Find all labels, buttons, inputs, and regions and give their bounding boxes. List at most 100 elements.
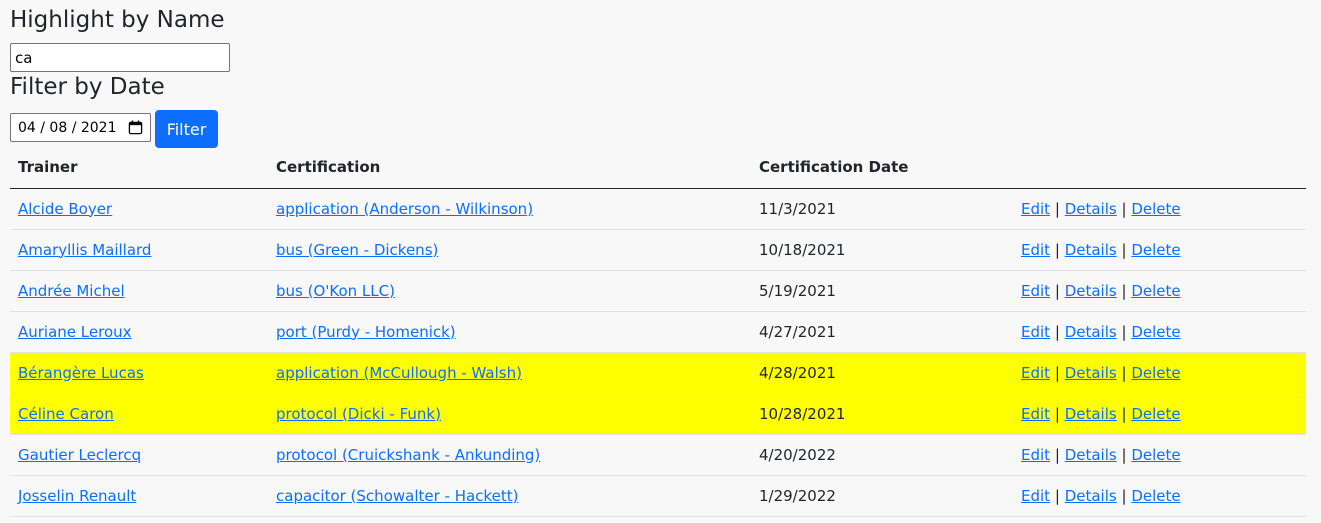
cell-certification: protocol (Dicki - Funk) [268,393,751,435]
details-link[interactable]: Details [1065,323,1117,341]
cell-trainer: Amaryllis Maillard [10,229,268,271]
header-actions [1013,146,1306,189]
separator: | [1121,445,1127,464]
date-input[interactable]: 04 / 08 / 2021 [10,113,151,142]
cell-trainer: Josselin Renault [10,475,268,517]
filter-button[interactable]: Filter [155,110,218,148]
table-row: Alcide Boyer application (Anderson - Wil… [10,188,1306,230]
separator: | [1054,322,1060,341]
details-link[interactable]: Details [1065,405,1117,423]
certification-link[interactable]: bus (Green - Dickens) [276,241,438,259]
separator: | [1054,363,1060,382]
cell-certification: capacitor (Schowalter - Hackett) [268,475,751,517]
certification-link[interactable]: capacitor (Schowalter - Hackett) [276,487,518,505]
header-certification-date: Certification Date [751,146,1013,189]
trainer-link[interactable]: Auriane Leroux [18,323,132,341]
delete-link[interactable]: Delete [1131,200,1180,218]
cell-trainer: Gautier Leclercq [10,434,268,476]
separator: | [1054,404,1060,423]
table-row: Gautier Leclercq protocol (Cruickshank -… [10,434,1306,476]
edit-link[interactable]: Edit [1021,446,1050,464]
separator: | [1121,486,1127,505]
certification-link[interactable]: bus (O'Kon LLC) [276,282,395,300]
table-row: Andrée Michel bus (O'Kon LLC) 5/19/2021 … [10,270,1306,312]
certification-link[interactable]: application (Anderson - Wilkinson) [276,200,533,218]
trainer-link[interactable]: Céline Caron [18,405,114,423]
edit-link[interactable]: Edit [1021,241,1050,259]
cell-certification: application (McCullough - Walsh) [268,352,751,394]
page: Highlight by Name Filter by Date 04 / 08… [0,0,1321,523]
cell-certification: bus (Green - Dickens) [268,229,751,271]
delete-link[interactable]: Delete [1131,323,1180,341]
details-link[interactable]: Details [1065,282,1117,300]
separator: | [1054,445,1060,464]
cell-actions: Edit | Details | Delete [1013,434,1306,476]
table-row: Céline Caron protocol (Dicki - Funk) 10/… [10,393,1306,435]
header-trainer: Trainer [10,146,268,189]
cell-date: 10/28/2021 [751,393,1013,435]
delete-link[interactable]: Delete [1131,405,1180,423]
delete-link[interactable]: Delete [1131,446,1180,464]
details-link[interactable]: Details [1065,487,1117,505]
table-row: Amaryllis Maillard bus (Green - Dickens)… [10,229,1306,271]
cell-trainer: Auriane Leroux [10,311,268,353]
cell-actions: Edit | Details | Delete [1013,229,1306,271]
cell-certification: application (Anderson - Wilkinson) [268,188,751,230]
separator: | [1121,199,1127,218]
separator: | [1121,240,1127,259]
highlight-name-input[interactable] [10,43,230,72]
separator: | [1054,240,1060,259]
table-row: Bérangère Lucas application (McCullough … [10,352,1306,394]
details-link[interactable]: Details [1065,241,1117,259]
cell-trainer: Bérangère Lucas [10,352,268,394]
certification-link[interactable]: application (McCullough - Walsh) [276,364,522,382]
trainer-link[interactable]: Bérangère Lucas [18,364,144,382]
certification-link[interactable]: port (Purdy - Homenick) [276,323,456,341]
cell-actions: Edit | Details | Delete [1013,352,1306,394]
details-link[interactable]: Details [1065,364,1117,382]
separator: | [1054,486,1060,505]
trainer-link[interactable]: Josselin Renault [18,487,136,505]
delete-link[interactable]: Delete [1131,364,1180,382]
trainer-link[interactable]: Alcide Boyer [18,200,112,218]
details-link[interactable]: Details [1065,200,1117,218]
delete-link[interactable]: Delete [1131,241,1180,259]
edit-link[interactable]: Edit [1021,282,1050,300]
separator: | [1054,199,1060,218]
table-header-row: Trainer Certification Certification Date [10,146,1306,189]
edit-link[interactable]: Edit [1021,487,1050,505]
cell-certification: port (Purdy - Homenick) [268,311,751,353]
cell-date: 10/18/2021 [751,229,1013,271]
certification-link[interactable]: protocol (Cruickshank - Ankunding) [276,446,540,464]
cell-certification: bus (O'Kon LLC) [268,270,751,312]
cell-actions: Edit | Details | Delete [1013,475,1306,517]
separator: | [1121,281,1127,300]
date-value: 04 / 08 / 2021 [18,119,117,136]
header-certification: Certification [268,146,751,189]
cell-date: 1/29/2022 [751,475,1013,517]
edit-link[interactable]: Edit [1021,323,1050,341]
delete-link[interactable]: Delete [1131,487,1180,505]
cell-certification: protocol (Cruickshank - Ankunding) [268,434,751,476]
edit-link[interactable]: Edit [1021,364,1050,382]
cell-date: 11/3/2021 [751,188,1013,230]
cell-date: 4/28/2021 [751,352,1013,394]
edit-link[interactable]: Edit [1021,405,1050,423]
cell-date: 4/27/2021 [751,311,1013,353]
table-row: Josselin Renault capacitor (Schowalter -… [10,475,1306,517]
cell-trainer: Andrée Michel [10,270,268,312]
edit-link[interactable]: Edit [1021,200,1050,218]
cell-actions: Edit | Details | Delete [1013,393,1306,435]
trainer-link[interactable]: Gautier Leclercq [18,446,141,464]
separator: | [1054,281,1060,300]
calendar-icon[interactable] [128,120,143,135]
trainer-link[interactable]: Amaryllis Maillard [18,241,151,259]
cell-trainer: Alcide Boyer [10,188,268,230]
cell-date: 4/20/2022 [751,434,1013,476]
trainer-link[interactable]: Andrée Michel [18,282,125,300]
certification-link[interactable]: protocol (Dicki - Funk) [276,405,441,423]
highlight-heading: Highlight by Name [10,7,225,33]
cell-actions: Edit | Details | Delete [1013,188,1306,230]
delete-link[interactable]: Delete [1131,282,1180,300]
details-link[interactable]: Details [1065,446,1117,464]
